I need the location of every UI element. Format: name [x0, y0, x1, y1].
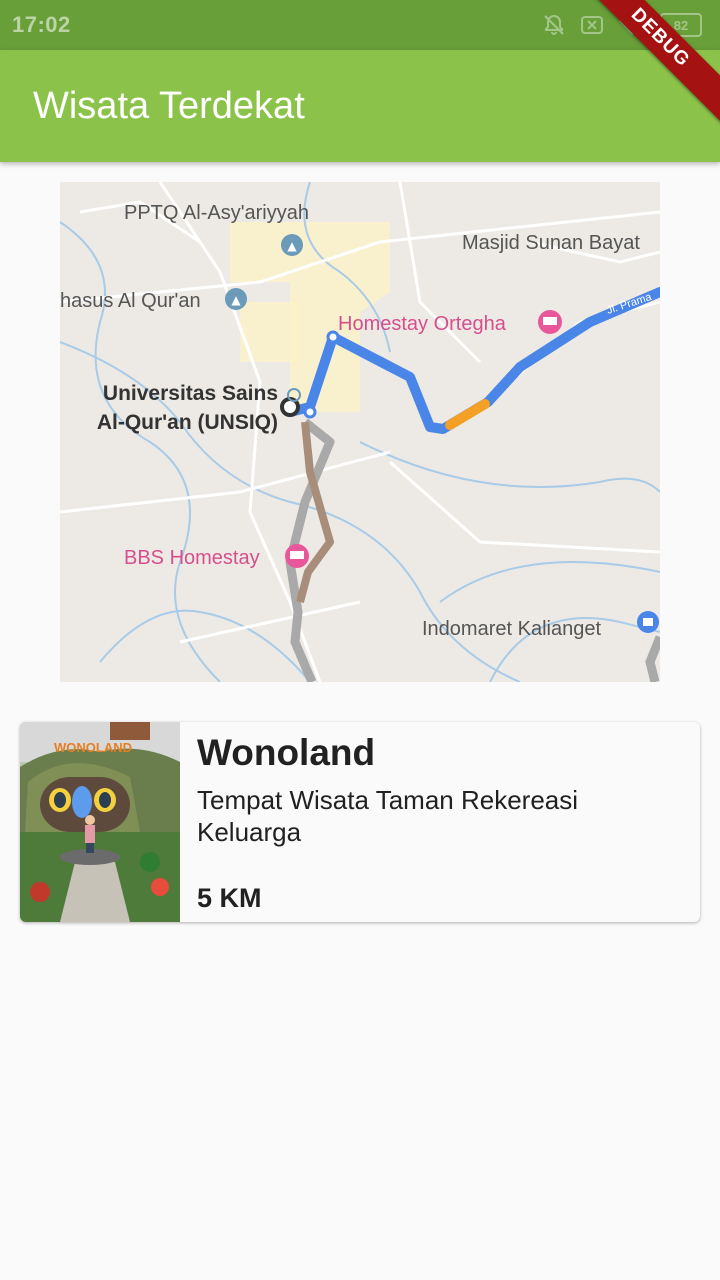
- svg-text:▲: ▲: [231, 293, 241, 307]
- map-label-indomaret: Indomaret Kalianget: [422, 618, 601, 640]
- place-info: Wonoland Tempat Wisata Taman Rekereasi K…: [180, 722, 700, 922]
- status-bar: 17:02 82: [0, 0, 720, 50]
- park-sign-text: WONOLAND: [54, 740, 132, 755]
- map-label-masjid: Masjid Sunan Bayat: [462, 232, 640, 254]
- status-icons: 82: [542, 13, 702, 37]
- battery-icon: 82: [660, 13, 702, 37]
- map-label-pptq: PPTQ Al-Asy'ariyyah: [124, 202, 309, 224]
- no-sim-icon: [581, 16, 603, 34]
- place-description: Tempat Wisata Taman Rekereasi Keluarga: [197, 785, 579, 847]
- place-name: Wonoland: [197, 732, 376, 773]
- page-title: Wisata Terdekat: [33, 84, 305, 127]
- battery-level: 82: [673, 17, 689, 33]
- place-photo: WONOLAND: [20, 722, 180, 922]
- svg-text:▲: ▲: [287, 239, 297, 253]
- wifi-icon: [619, 15, 645, 35]
- status-time: 17:02: [12, 12, 71, 37]
- map-label-unsiq-line2: Al-Qur'an (UNSIQ): [97, 411, 278, 434]
- place-card[interactable]: WONOLAND Wonoland Tempat Wisata Taman Re…: [20, 722, 700, 922]
- route-map[interactable]: ▲ ▲ PPTQ Al-Asy'ariyyah Masjid Sunan Bay…: [60, 182, 660, 682]
- map-label-homestay-ortegha: Homestay Ortegha: [338, 313, 507, 335]
- map-svg: ▲ ▲ PPTQ Al-Asy'ariyyah Masjid Sunan Bay…: [60, 182, 660, 682]
- notifications-off-icon: [544, 14, 564, 35]
- map-label-mahasus: hasus Al Qur'an: [60, 290, 201, 312]
- place-distance: 5 KM: [197, 883, 262, 913]
- map-label-unsiq-line1: Universitas Sains: [103, 382, 278, 405]
- app-bar: Wisata Terdekat: [0, 50, 720, 162]
- map-label-bbs-homestay: BBS Homestay: [124, 547, 260, 569]
